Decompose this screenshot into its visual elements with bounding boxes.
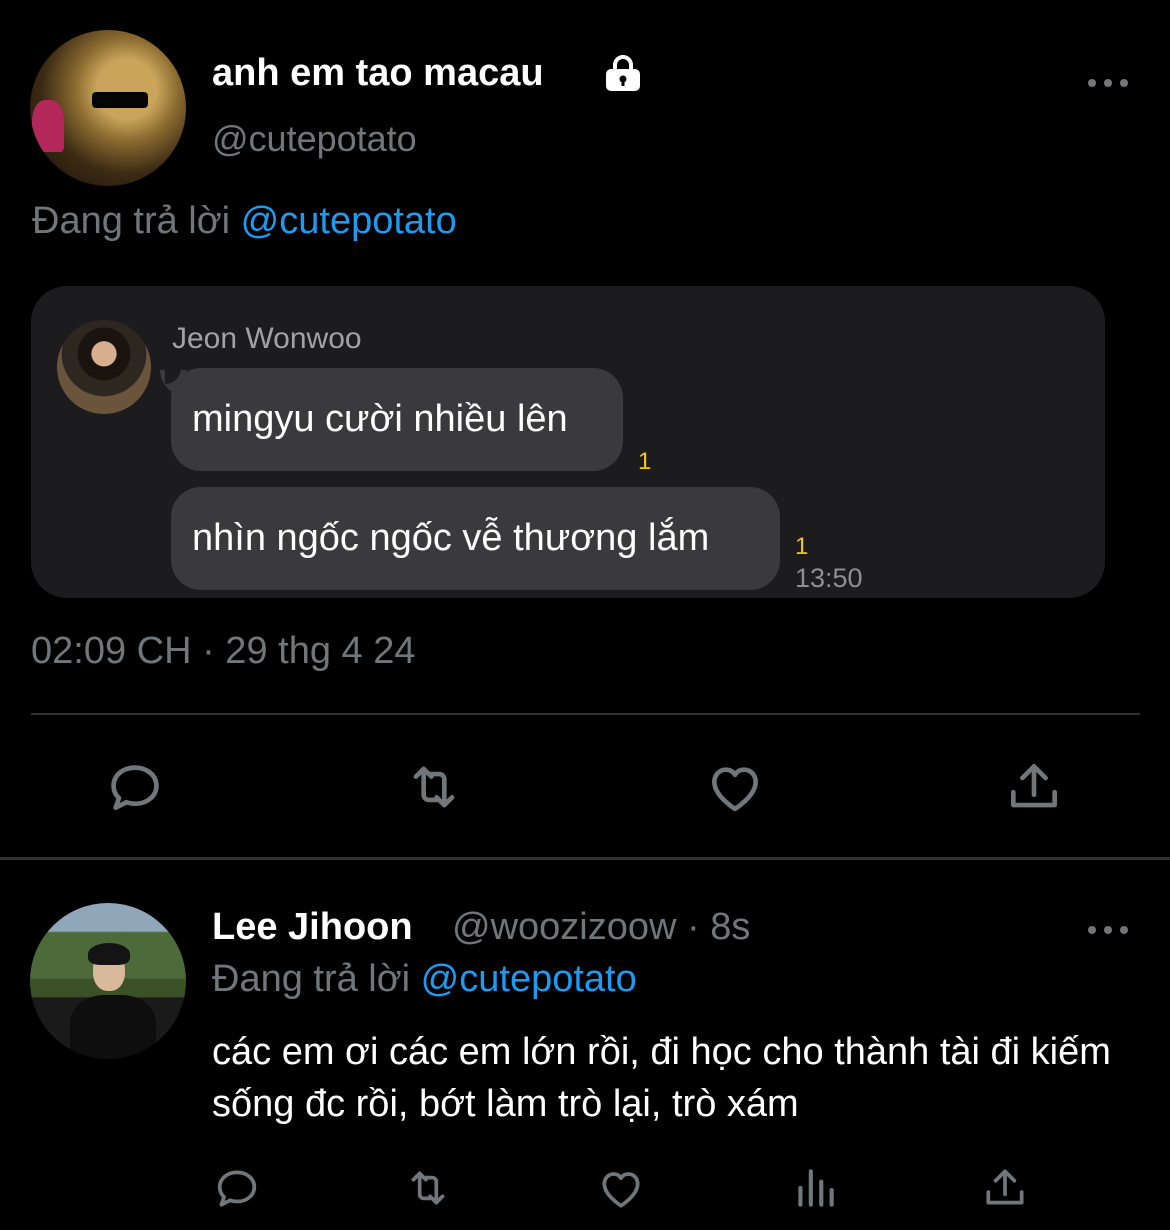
replying-mention-link[interactable]: @cutepotato — [241, 200, 457, 242]
tweet-text: các em ơi các em lớn rồi, đi học cho thà… — [212, 1031, 1111, 1125]
chat-message: nhìn ngốc ngốc vễ thương lắm — [192, 517, 710, 559]
read-receipt-count: 1 — [638, 448, 652, 475]
chat-sender-name: Jeon Wonwoo — [172, 322, 362, 355]
avatar-detail-sunglasses — [92, 92, 148, 108]
views-icon[interactable] — [790, 1163, 840, 1213]
retweet-icon[interactable] — [403, 756, 465, 818]
tweet-timestamp[interactable]: 02:09 CH · 29 thg 4 24 — [31, 630, 415, 673]
user-handle[interactable]: @cutepotato — [212, 118, 417, 160]
avatar-main[interactable] — [30, 30, 186, 186]
replying-to: Đang trả lời @cutepotato — [212, 958, 637, 1001]
chat-avatar — [57, 320, 151, 414]
avatar-detail-hair — [88, 943, 130, 965]
more-icon[interactable] — [1088, 923, 1128, 935]
reply-icon[interactable] — [104, 756, 166, 818]
read-receipt-count: 1 — [795, 533, 809, 560]
heart-icon[interactable] — [704, 756, 766, 818]
chat-bubble: nhìn ngốc ngốc vễ thương lắm — [171, 487, 780, 590]
replying-mention-link[interactable]: @cutepotato — [421, 958, 637, 1000]
replying-to: Đang trả lời @cutepotato — [32, 200, 457, 243]
retweet-icon[interactable] — [403, 1163, 453, 1213]
replying-prefix: Đang trả lời — [212, 958, 411, 1000]
more-icon[interactable] — [1088, 76, 1128, 88]
lock-icon — [602, 54, 644, 92]
share-icon[interactable] — [980, 1163, 1030, 1213]
chat-message: mingyu cười nhiều lên — [192, 398, 568, 440]
divider — [31, 713, 1140, 715]
divider — [0, 857, 1170, 860]
avatar-detail-body — [70, 995, 156, 1059]
display-name[interactable]: Lee Jihoon — [212, 906, 413, 949]
user-handle-time[interactable]: @woozizoow · 8s — [452, 906, 750, 949]
display-name[interactable]: anh em tao macau — [212, 52, 544, 95]
avatar-reply[interactable] — [30, 903, 186, 1059]
reply-icon[interactable] — [212, 1163, 262, 1213]
heart-icon[interactable] — [596, 1163, 646, 1213]
replying-prefix: Đang trả lời — [32, 200, 231, 242]
avatar-detail-person — [32, 100, 64, 152]
chat-bubble: mingyu cười nhiều lên — [171, 368, 623, 471]
chat-time: 13:50 — [795, 563, 863, 593]
share-icon[interactable] — [1003, 756, 1065, 818]
